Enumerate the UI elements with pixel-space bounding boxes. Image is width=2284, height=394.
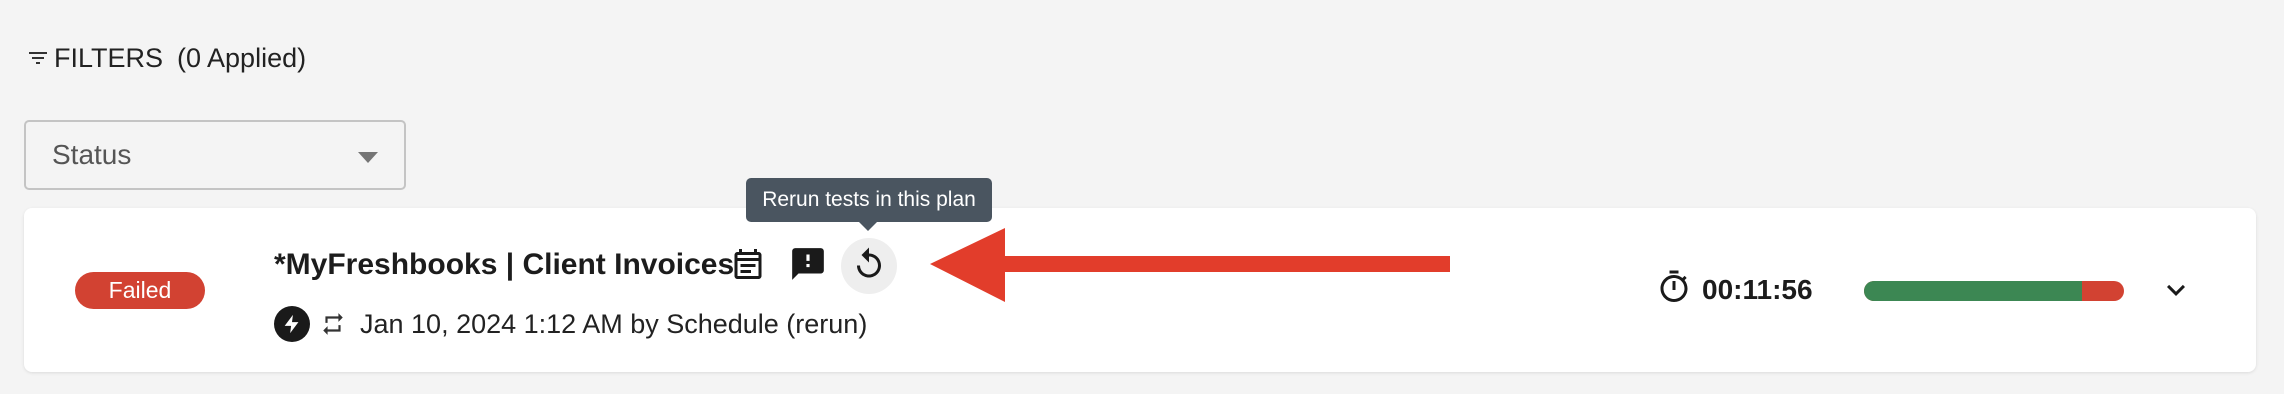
schedule-button[interactable] xyxy=(720,238,776,294)
filter-list-icon xyxy=(26,46,50,70)
repeat-icon xyxy=(320,311,346,337)
bolt-icon xyxy=(274,306,310,342)
status-filter-select[interactable]: Status xyxy=(24,120,406,190)
status-select-value: Status xyxy=(52,139,132,170)
rerun-tooltip: Rerun tests in this plan xyxy=(746,178,992,231)
run-meta-text: Jan 10, 2024 1:12 AM by Schedule (rerun) xyxy=(360,308,868,339)
expand-button[interactable] xyxy=(2156,272,2196,312)
plan-title[interactable]: *MyFreshbooks | Client Invoices xyxy=(274,248,734,282)
calendar-icon xyxy=(730,246,766,287)
filters-label: FILTERS xyxy=(54,42,164,73)
filters-toggle[interactable]: FILTERS (0 Applied) xyxy=(26,38,306,78)
timer-icon xyxy=(1656,269,1692,312)
progress-passed-segment xyxy=(1864,281,2083,301)
feedback-button[interactable] xyxy=(780,238,836,294)
feedback-icon xyxy=(789,245,827,288)
chevron-down-icon xyxy=(2158,272,2194,313)
filters-applied-count: (0 Applied) xyxy=(177,42,307,73)
arrow-drop-down-icon xyxy=(358,152,378,163)
annotation-arrow xyxy=(930,228,1450,302)
status-badge: Failed xyxy=(75,272,205,309)
test-results-progress-bar xyxy=(1864,281,2124,301)
duration-value: 00:11:56 xyxy=(1702,274,1813,305)
run-meta: Jan 10, 2024 1:12 AM by Schedule (rerun) xyxy=(274,304,867,344)
rerun-button[interactable] xyxy=(841,238,897,294)
run-duration: 00:11:56 xyxy=(1656,270,1813,310)
rerun-icon xyxy=(851,246,887,287)
